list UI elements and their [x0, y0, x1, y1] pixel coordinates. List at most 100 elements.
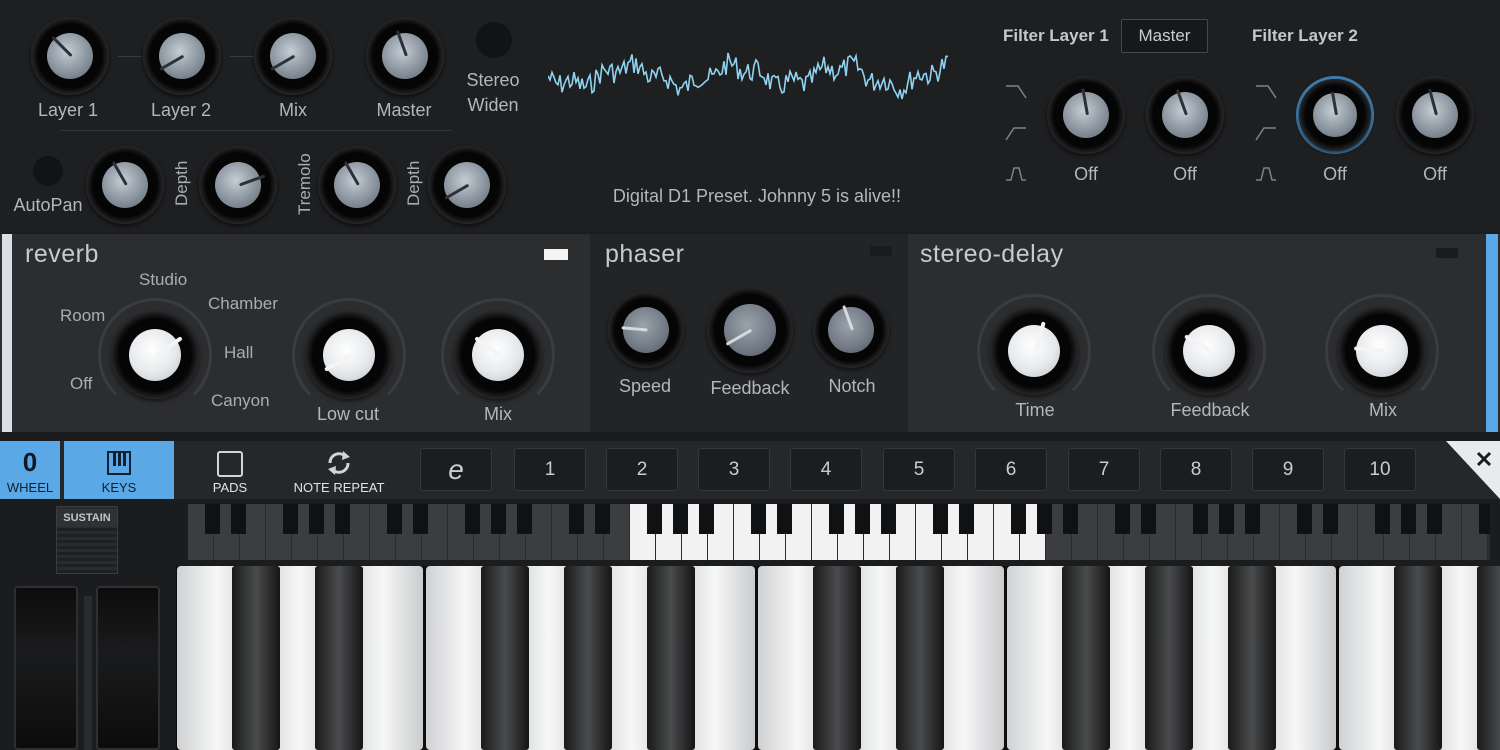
black-key[interactable] — [1228, 566, 1276, 750]
black-key[interactable] — [1062, 566, 1110, 750]
overview-black-key — [933, 504, 948, 534]
mix-knob[interactable] — [254, 17, 332, 95]
bandpass-filter-icon-2[interactable] — [1254, 164, 1278, 182]
layer2-knob[interactable] — [143, 17, 221, 95]
autopan-depth-knob[interactable] — [199, 146, 277, 224]
black-key[interactable] — [564, 566, 612, 750]
connector-line — [230, 56, 254, 57]
phaser-feedback-knob[interactable] — [707, 287, 793, 373]
black-key[interactable] — [232, 566, 280, 750]
overview-black-key — [491, 504, 506, 534]
delay-feedback-knob[interactable] — [1165, 307, 1253, 395]
reverb-enable-toggle[interactable] — [544, 249, 568, 260]
overview-black-key — [777, 504, 792, 534]
black-key[interactable] — [1477, 566, 1500, 750]
overview-black-key — [1141, 504, 1156, 534]
layer1-knob[interactable] — [31, 17, 109, 95]
delay-mix-knob[interactable] — [1338, 307, 1426, 395]
close-icon[interactable] — [1446, 441, 1500, 499]
pads-tab[interactable]: PADS — [192, 441, 268, 499]
overview-black-key — [673, 504, 688, 534]
sustain-button[interactable]: SUSTAIN — [56, 506, 118, 574]
black-key[interactable] — [315, 566, 363, 750]
keyboard-toolbar: 0 WHEEL KEYS PADS NOTE REPEAT e 1 2 3 4 … — [0, 441, 1500, 499]
delay-mix-label: Mix — [1369, 400, 1397, 420]
black-key[interactable] — [647, 566, 695, 750]
lowpass-filter-icon[interactable] — [1004, 82, 1028, 100]
overview-black-key — [1323, 504, 1338, 534]
slot-5[interactable]: 5 — [883, 448, 955, 491]
master-knob[interactable] — [366, 17, 444, 95]
phaser-enable-toggle[interactable] — [870, 246, 892, 256]
overview-black-key — [1063, 504, 1078, 534]
black-key[interactable] — [813, 566, 861, 750]
overview-black-key — [1375, 504, 1390, 534]
bandpass-filter-icon[interactable] — [1004, 164, 1028, 182]
mod-wheel[interactable] — [96, 586, 160, 750]
overview-black-key — [829, 504, 844, 534]
keyboard-overview-keys — [188, 504, 1490, 560]
overview-black-key — [413, 504, 428, 534]
highpass-filter-icon-2[interactable] — [1254, 124, 1278, 142]
wheel-label: WHEEL — [6, 480, 54, 495]
lowcut-knob[interactable] — [305, 311, 393, 399]
lowcut-label: Low cut — [316, 404, 380, 424]
black-key[interactable] — [1394, 566, 1442, 750]
master-button[interactable]: Master — [1121, 19, 1208, 53]
keyboard-overview[interactable] — [188, 504, 1490, 560]
phaser-speed-knob[interactable] — [608, 292, 684, 368]
phaser-title: phaser — [605, 240, 685, 268]
overview-black-key — [283, 504, 298, 534]
highpass-filter-icon[interactable] — [1004, 124, 1028, 142]
autopan-knob[interactable] — [86, 146, 164, 224]
stereo-widen-toggle[interactable] — [476, 22, 512, 58]
reverb-hall-label: Hall — [224, 343, 254, 362]
slot-10[interactable]: 10 — [1344, 448, 1416, 491]
delay-time-knob[interactable] — [990, 307, 1078, 395]
depth-label-1: Depth — [172, 160, 191, 206]
preset-description: Digital D1 Preset. Johnny 5 is alive!! — [612, 186, 902, 206]
pitch-wheel[interactable] — [14, 586, 78, 750]
black-key[interactable] — [896, 566, 944, 750]
lowpass-filter-icon-2[interactable] — [1254, 82, 1278, 100]
slot-4[interactable]: 4 — [790, 448, 862, 491]
reverb-studio-label: Studio — [139, 270, 188, 289]
note-repeat-tab[interactable]: NOTE REPEAT — [284, 441, 394, 499]
slot-7[interactable]: 7 — [1068, 448, 1140, 491]
delay-enable-toggle[interactable] — [1436, 248, 1458, 258]
slot-2[interactable]: 2 — [606, 448, 678, 491]
reverb-mix-label: Mix — [484, 404, 512, 424]
reverb-title: reverb — [25, 240, 99, 268]
panel-edge-right — [1486, 234, 1498, 432]
slot-8[interactable]: 8 — [1160, 448, 1232, 491]
tremolo-knob[interactable] — [318, 146, 396, 224]
reverb-type-knob[interactable] — [111, 311, 199, 399]
piano-keyboard[interactable] — [176, 566, 1500, 750]
delay-time-label: Time — [1015, 400, 1055, 420]
e-slot-button[interactable]: e — [420, 448, 492, 491]
reverb-mix-knob[interactable] — [454, 311, 542, 399]
slot-9[interactable]: 9 — [1252, 448, 1324, 491]
filter2-cutoff-knob[interactable] — [1299, 79, 1371, 151]
filter1-cutoff-knob[interactable] — [1047, 76, 1125, 154]
tremolo-depth-knob[interactable] — [428, 146, 506, 224]
black-key[interactable] — [481, 566, 529, 750]
reverb-off-label: Off — [70, 374, 93, 393]
sustain-label: SUSTAIN — [57, 509, 117, 527]
slot-3[interactable]: 3 — [698, 448, 770, 491]
wheel-tab[interactable]: 0 WHEEL — [0, 441, 60, 499]
slot-1[interactable]: 1 — [514, 448, 586, 491]
tremolo-label: Tremolo — [295, 153, 314, 215]
filter2-resonance-knob[interactable] — [1396, 76, 1474, 154]
slot-6[interactable]: 6 — [975, 448, 1047, 491]
reverb-canyon-label: Canyon — [211, 391, 270, 410]
phaser-notch-knob[interactable] — [813, 292, 889, 368]
filter1-resonance-knob[interactable] — [1146, 76, 1224, 154]
black-key[interactable] — [1145, 566, 1193, 750]
overview-black-key — [465, 504, 480, 534]
keys-tab[interactable]: KEYS — [64, 441, 174, 499]
overview-black-key — [595, 504, 610, 534]
stereo-label: Stereo — [466, 70, 520, 90]
autopan-toggle[interactable] — [33, 156, 63, 186]
autopan-label: AutoPan — [13, 195, 83, 215]
